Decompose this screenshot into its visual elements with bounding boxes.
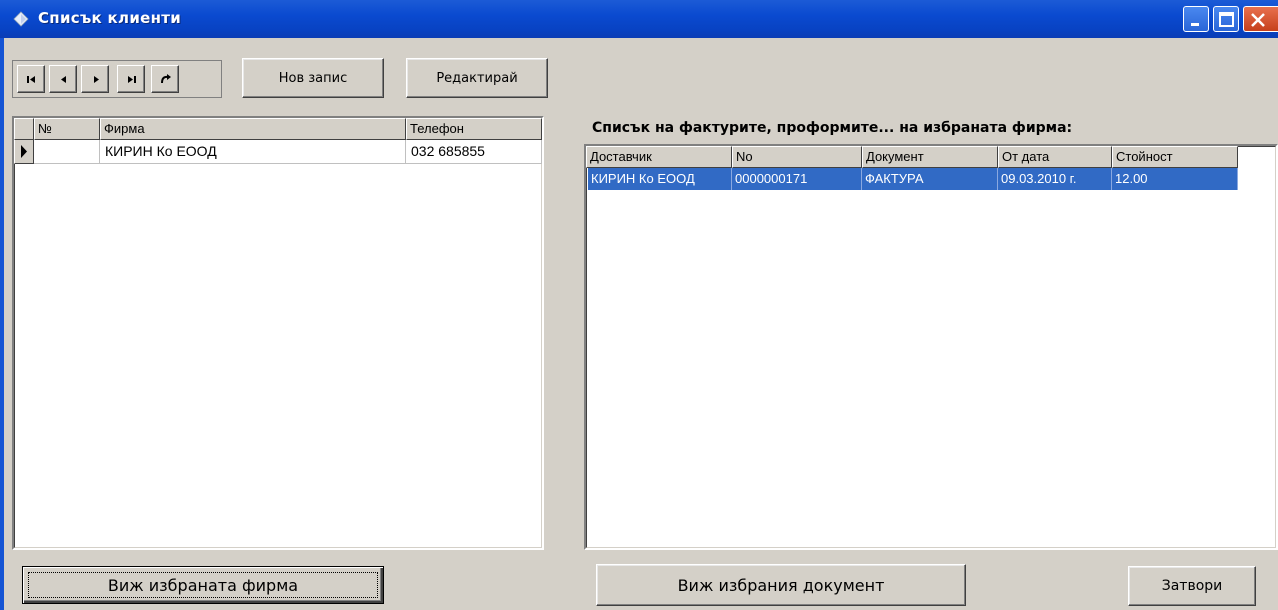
indicator-header (14, 118, 34, 140)
next-icon (94, 76, 99, 83)
refresh-icon (161, 74, 171, 84)
next-record-button[interactable] (81, 65, 109, 93)
current-row-icon (21, 145, 27, 158)
column-header-date[interactable]: От дата (998, 146, 1112, 168)
clients-grid[interactable]: № Фирма Телефон КИРИН Ко ЕООД 032 685855 (12, 116, 544, 550)
table-cell-phone[interactable]: 032 685855 (406, 140, 542, 164)
column-header-value[interactable]: Стойност (1112, 146, 1238, 168)
last-record-button[interactable] (117, 65, 145, 93)
minimize-icon (1191, 23, 1199, 26)
window-frame (0, 38, 4, 610)
close-icon (1251, 13, 1265, 27)
documents-caption: Списък на фактурите, проформите... на из… (592, 120, 1073, 136)
column-header-no[interactable]: № (34, 118, 100, 140)
view-firm-button[interactable]: Виж избраната фирма (22, 566, 384, 604)
table-cell-document[interactable]: ФАКТУРА (862, 168, 998, 190)
column-header-supplier[interactable]: Доставчик (586, 146, 732, 168)
title-bar[interactable]: Списък клиенти (0, 0, 1278, 38)
first-icon (27, 76, 35, 83)
app-icon (13, 11, 29, 27)
table-cell-firm[interactable]: КИРИН Ко ЕООД (100, 140, 406, 164)
maximize-button[interactable] (1213, 6, 1239, 32)
table-cell-value[interactable]: 12.00 (1112, 168, 1238, 190)
last-icon (128, 76, 136, 83)
row-indicator (14, 140, 34, 164)
prev-record-button[interactable] (49, 65, 77, 93)
column-header-firm[interactable]: Фирма (100, 118, 406, 140)
table-cell-doc-no[interactable]: 0000000171 (732, 168, 862, 190)
edit-button[interactable]: Редактирай (406, 58, 548, 98)
table-cell-no[interactable] (34, 140, 100, 164)
record-navigator (12, 60, 222, 98)
refresh-button[interactable] (151, 65, 179, 93)
new-record-button[interactable]: Нов запис (242, 58, 384, 98)
minimize-button[interactable] (1183, 6, 1209, 32)
column-header-doc-no[interactable]: No (732, 146, 862, 168)
close-button[interactable]: Затвори (1128, 566, 1256, 606)
table-cell-date[interactable]: 09.03.2010 г. (998, 168, 1112, 190)
table-cell-supplier[interactable]: КИРИН Ко ЕООД (588, 168, 732, 190)
first-record-button[interactable] (17, 65, 45, 93)
documents-grid[interactable]: Доставчик No Документ От дата Стойност К… (584, 144, 1278, 550)
window-title: Списък клиенти (38, 9, 182, 27)
table-row[interactable]: КИРИН Ко ЕООД 0000000171 ФАКТУРА 09.03.2… (588, 168, 1238, 190)
view-document-button[interactable]: Виж избрания документ (596, 564, 966, 606)
client-list-window: Списък клиенти Нов запис Редактирай № Фи… (0, 0, 1278, 610)
maximize-icon (1219, 12, 1234, 27)
column-header-phone[interactable]: Телефон (406, 118, 542, 140)
focus-rect (28, 572, 378, 598)
prev-icon (61, 76, 66, 83)
close-window-button[interactable] (1243, 6, 1278, 32)
column-header-document[interactable]: Документ (862, 146, 998, 168)
